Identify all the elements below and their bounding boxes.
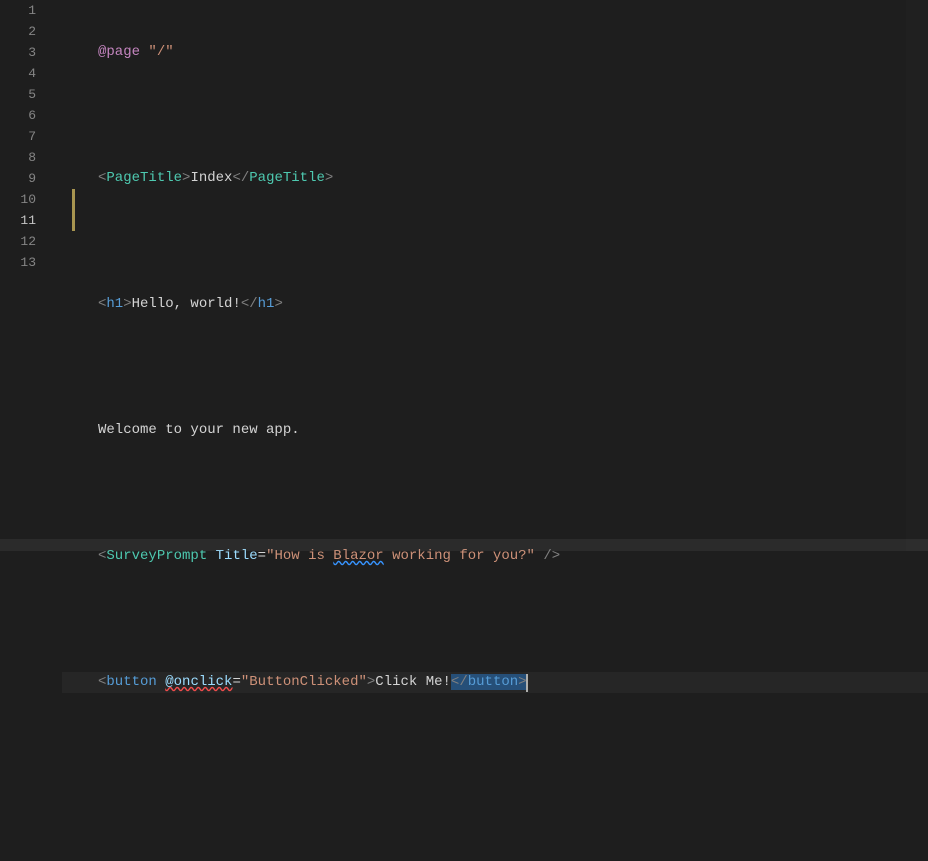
- code-line-active[interactable]: <button @onclick="ButtonClicked">Click M…: [62, 672, 928, 693]
- line-number: 9: [0, 168, 62, 189]
- line-number: 4: [0, 63, 62, 84]
- component-tag: PageTitle: [249, 170, 325, 186]
- line-number-active: 11: [0, 210, 62, 231]
- code-line[interactable]: [98, 357, 928, 378]
- code-line[interactable]: [98, 609, 928, 630]
- code-line[interactable]: [98, 735, 928, 756]
- tag-text: Click Me!: [375, 674, 451, 690]
- code-editor[interactable]: 1 2 3 4 5 6 7 8 9 10 11 12 13 @page "/" …: [0, 0, 928, 551]
- code-line[interactable]: [98, 105, 928, 126]
- line-number: 7: [0, 126, 62, 147]
- minimap[interactable]: [906, 0, 928, 551]
- string-literal: "ButtonClicked": [241, 674, 367, 690]
- text-cursor: [526, 674, 528, 692]
- line-number: 3: [0, 42, 62, 63]
- code-line[interactable]: Welcome to your new app.: [98, 420, 928, 441]
- code-line[interactable]: <PageTitle>Index</PageTitle>: [98, 168, 928, 189]
- code-line[interactable]: [98, 798, 928, 819]
- tag-text: Hello, world!: [132, 296, 241, 312]
- text-selection: </button>: [451, 674, 527, 690]
- string-literal: "/": [148, 44, 173, 60]
- html-tag: h1: [106, 296, 123, 312]
- line-number: 12: [0, 231, 62, 252]
- line-number: 8: [0, 147, 62, 168]
- line-number: 5: [0, 84, 62, 105]
- component-tag: PageTitle: [106, 170, 182, 186]
- plain-text: Welcome to your new app.: [98, 422, 300, 438]
- code-content[interactable]: @page "/" <PageTitle>Index</PageTitle> <…: [62, 0, 928, 551]
- code-line[interactable]: [98, 231, 928, 252]
- html-tag: h1: [258, 296, 275, 312]
- code-line[interactable]: @page "/": [98, 42, 928, 63]
- attribute-error: @onclick: [165, 674, 232, 690]
- line-number-gutter: 1 2 3 4 5 6 7 8 9 10 11 12 13: [0, 0, 62, 551]
- html-tag: button: [106, 674, 156, 690]
- line-number: 2: [0, 21, 62, 42]
- line-number: 10: [0, 189, 62, 210]
- tag-text: Index: [190, 170, 232, 186]
- code-line[interactable]: <h1>Hello, world!</h1>: [98, 294, 928, 315]
- razor-directive: @page: [98, 44, 140, 60]
- line-number: 13: [0, 252, 62, 273]
- line-number: 6: [0, 105, 62, 126]
- code-line[interactable]: [98, 483, 928, 504]
- horizontal-scrollbar[interactable]: [0, 539, 928, 551]
- line-number: 1: [0, 0, 62, 21]
